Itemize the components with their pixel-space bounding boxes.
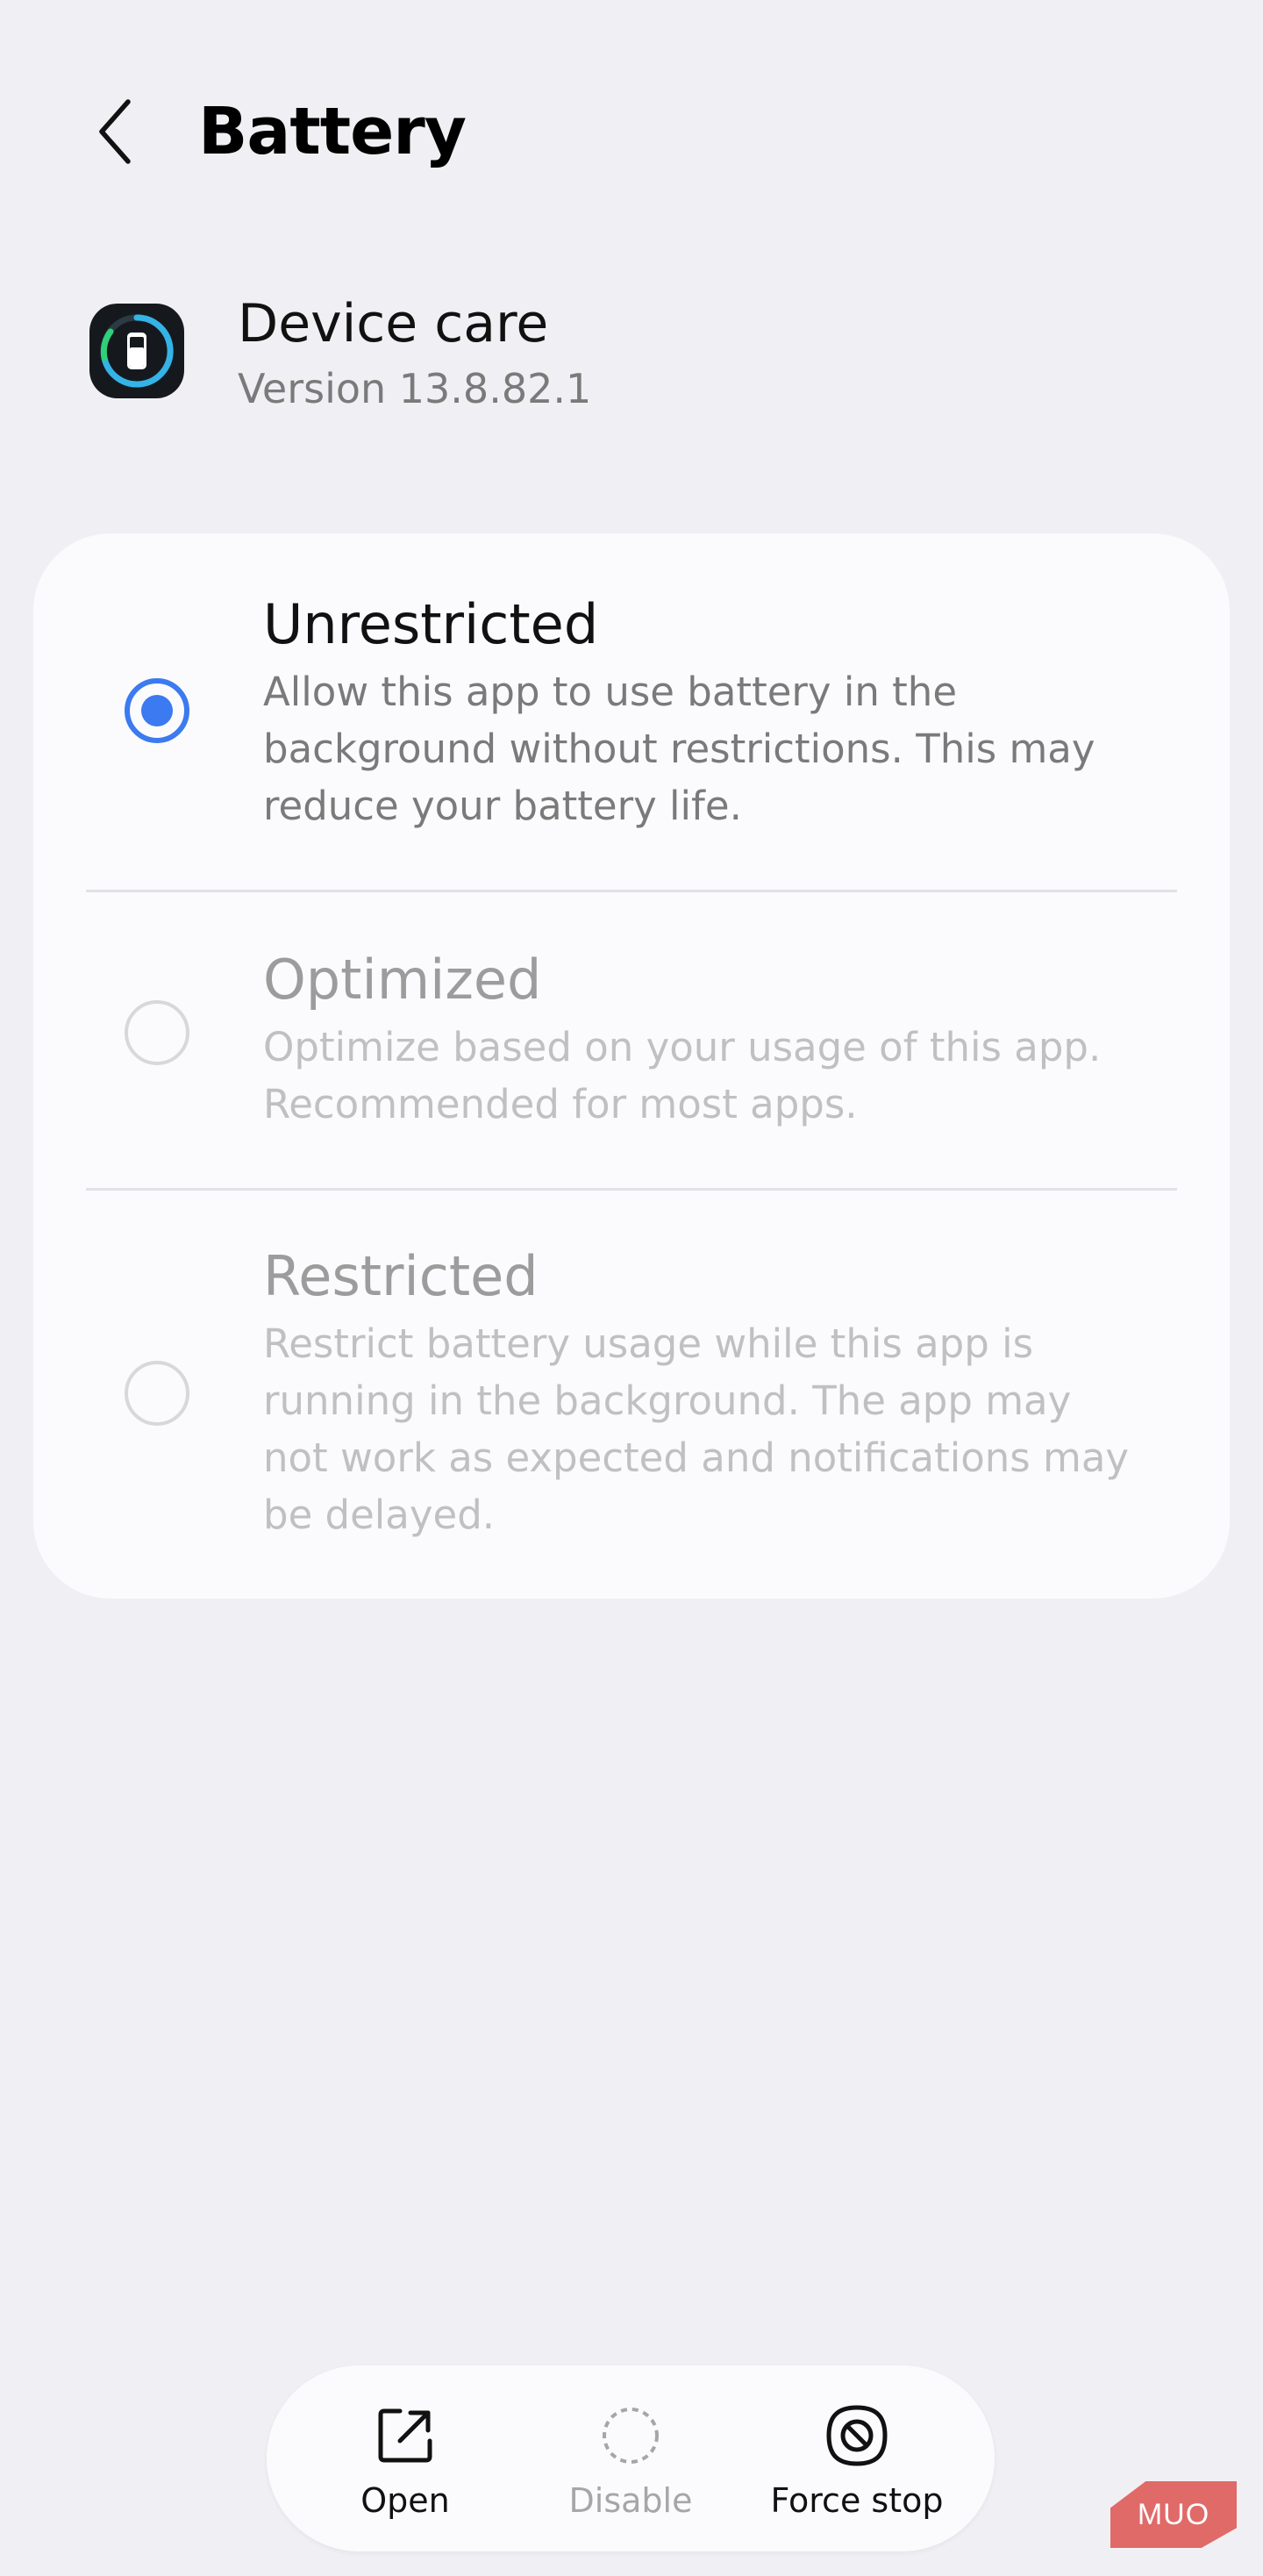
app-version: Version 13.8.82.1 bbox=[238, 365, 592, 412]
radio-button[interactable] bbox=[125, 1000, 189, 1065]
header: Battery bbox=[0, 0, 1263, 263]
force-stop-label: Force stop bbox=[770, 2481, 944, 2520]
open-external-icon bbox=[378, 2408, 432, 2463]
option-description: Optimize based on your usage of this app… bbox=[263, 1024, 1102, 1127]
chevron-left-icon bbox=[99, 99, 131, 164]
muo-watermark-logo: MUO bbox=[1110, 2481, 1237, 2548]
option-unrestricted[interactable]: Unrestricted Allow this app to use batte… bbox=[33, 533, 1230, 890]
option-description: Allow this app to use battery in the bac… bbox=[263, 669, 1095, 829]
page-title: Battery bbox=[198, 94, 467, 169]
option-restricted[interactable]: Restricted Restrict battery usage while … bbox=[33, 1191, 1230, 1599]
force-stop-icon bbox=[826, 2405, 888, 2466]
disable-dashed-circle-icon bbox=[603, 2408, 659, 2464]
app-name: Device care bbox=[238, 293, 549, 354]
option-description: Restrict battery usage while this app is… bbox=[263, 1320, 1130, 1538]
force-stop-button[interactable]: Force stop bbox=[734, 2365, 980, 2551]
bottom-action-bar: Open Disable Force stop bbox=[267, 2365, 995, 2551]
open-button[interactable]: Open bbox=[282, 2365, 528, 2551]
option-title: Unrestricted bbox=[263, 592, 599, 656]
option-title: Restricted bbox=[263, 1244, 539, 1308]
disable-button[interactable]: Disable bbox=[508, 2365, 753, 2551]
disable-label: Disable bbox=[568, 2481, 693, 2520]
device-care-icon bbox=[89, 304, 184, 398]
radio-button-selected[interactable] bbox=[125, 678, 189, 743]
option-title: Optimized bbox=[263, 948, 542, 1012]
option-optimized[interactable]: Optimized Optimize based on your usage o… bbox=[33, 892, 1230, 1188]
radio-button[interactable] bbox=[125, 1361, 189, 1426]
open-label: Open bbox=[360, 2481, 450, 2520]
back-button[interactable] bbox=[84, 88, 147, 175]
app-info: Device care Version 13.8.82.1 bbox=[0, 281, 1263, 439]
battery-options-card: Unrestricted Allow this app to use batte… bbox=[33, 533, 1230, 1599]
